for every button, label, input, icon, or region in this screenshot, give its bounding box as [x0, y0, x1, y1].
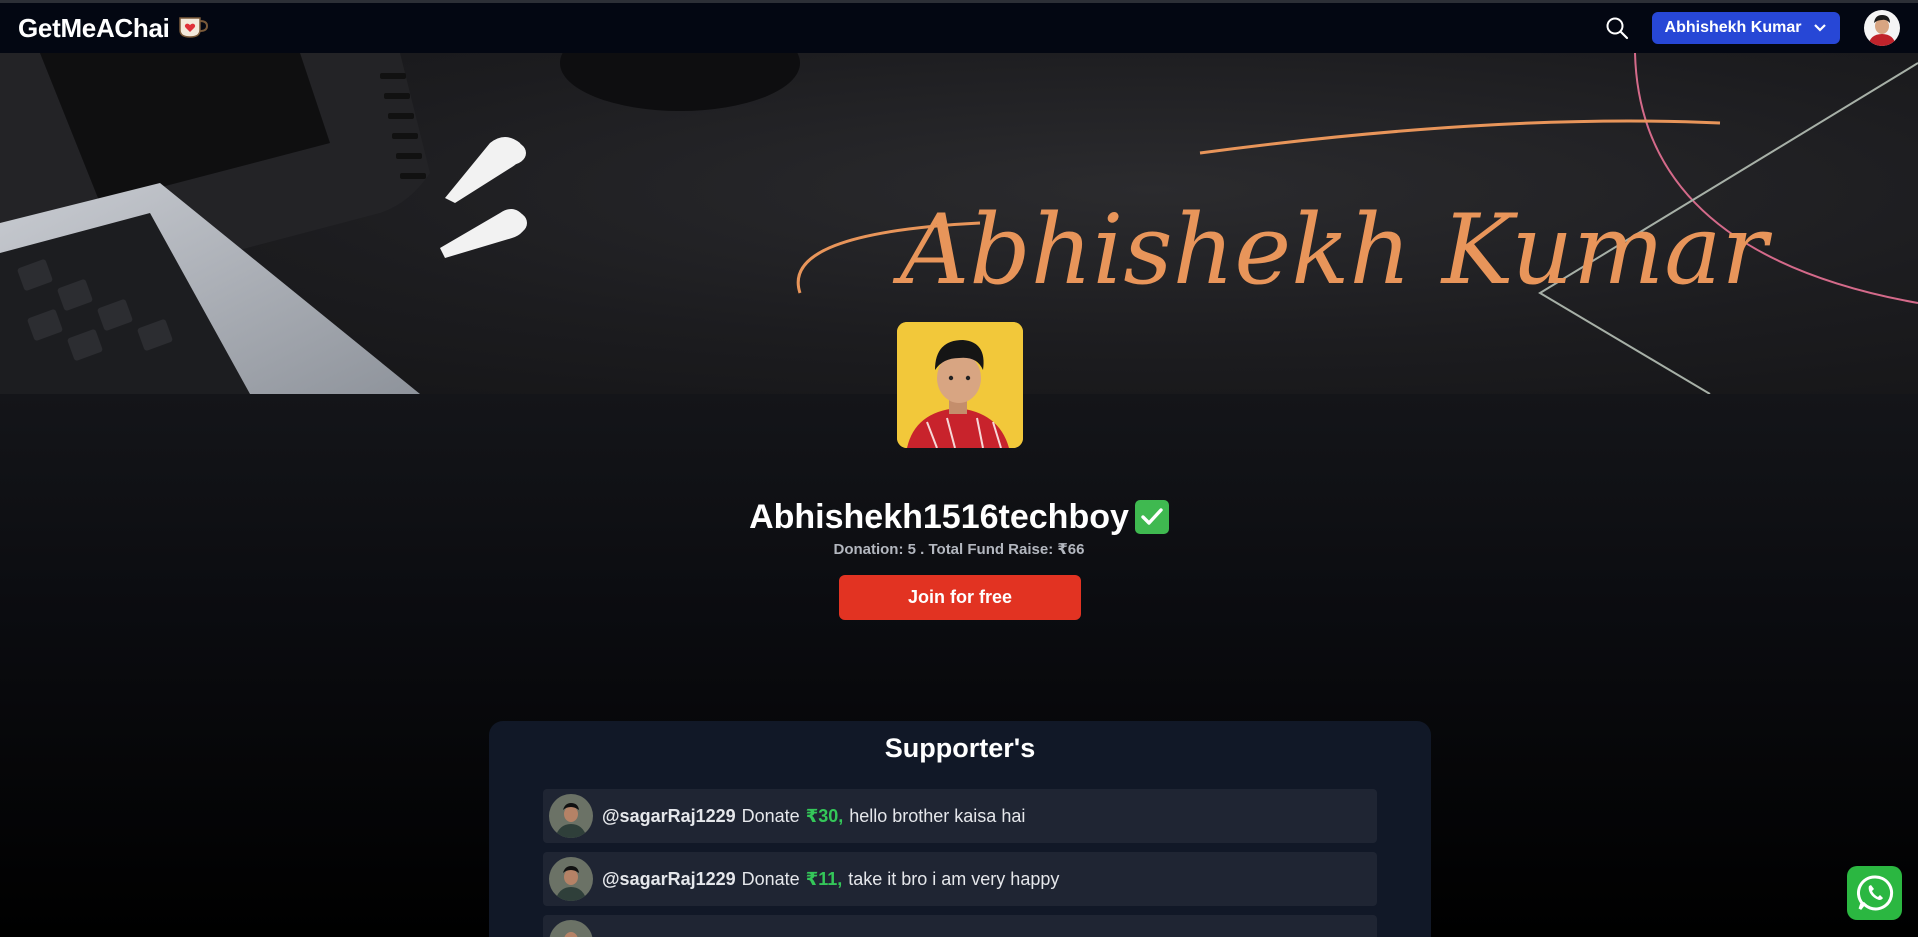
search-button[interactable] — [1604, 15, 1630, 41]
profile-username: Abhishekh1516techboy — [749, 497, 1129, 536]
verified-check-icon — [1134, 500, 1169, 534]
supporters-panel: Supporter's @sagarRaj1229 Donate ₹30, he… — [489, 721, 1431, 937]
navbar: GetMeAChai Abhishekh Kumar — [0, 3, 1918, 53]
supporter-handle: @sagarRaj1229 — [602, 868, 736, 889]
brand-logo[interactable]: GetMeAChai — [18, 12, 210, 45]
join-for-free-button[interactable]: Join for free — [839, 575, 1081, 620]
supporter-avatar — [549, 794, 593, 838]
supporters-list: @sagarRaj1229 Donate ₹30, hello brother … — [543, 789, 1377, 937]
supporter-amount: ₹11, — [805, 868, 843, 889]
list-item — [543, 915, 1377, 937]
list-item: @sagarRaj1229 Donate ₹30, hello brother … — [543, 789, 1377, 843]
avatar[interactable] — [1864, 10, 1900, 46]
supporter-avatar — [549, 857, 593, 901]
tea-cup-heart-icon — [176, 12, 210, 45]
supporter-message: hello brother kaisa hai — [849, 805, 1026, 826]
supporter-avatar — [549, 920, 593, 937]
supporter-message: take it bro i am very happy — [848, 868, 1060, 889]
profile-stats: Donation: 5 . Total Fund Raise: ₹66 — [833, 541, 1085, 558]
user-dropdown-button[interactable]: Abhishekh Kumar — [1652, 12, 1840, 44]
search-icon — [1606, 17, 1629, 40]
chevron-down-icon — [1814, 24, 1827, 32]
supporter-handle: @sagarRaj1229 — [602, 805, 736, 826]
supporter-action: Donate — [741, 868, 800, 889]
supporter-amount: ₹30, — [805, 805, 844, 826]
brand-name: GetMeAChai — [18, 12, 170, 43]
whatsapp-button[interactable] — [1847, 866, 1902, 920]
list-item: @sagarRaj1229 Donate ₹11, take it bro i … — [543, 852, 1377, 906]
cover-signature-text: Abhishekh Kumar — [892, 194, 1772, 306]
supporter-action: Donate — [741, 805, 800, 826]
username-row: Abhishekh1516techboy — [0, 492, 1918, 542]
whatsapp-icon — [1856, 875, 1893, 911]
supporters-title: Supporter's — [884, 733, 1036, 763]
user-dropdown-label: Abhishekh Kumar — [1664, 19, 1802, 36]
profile-picture — [897, 322, 1023, 448]
